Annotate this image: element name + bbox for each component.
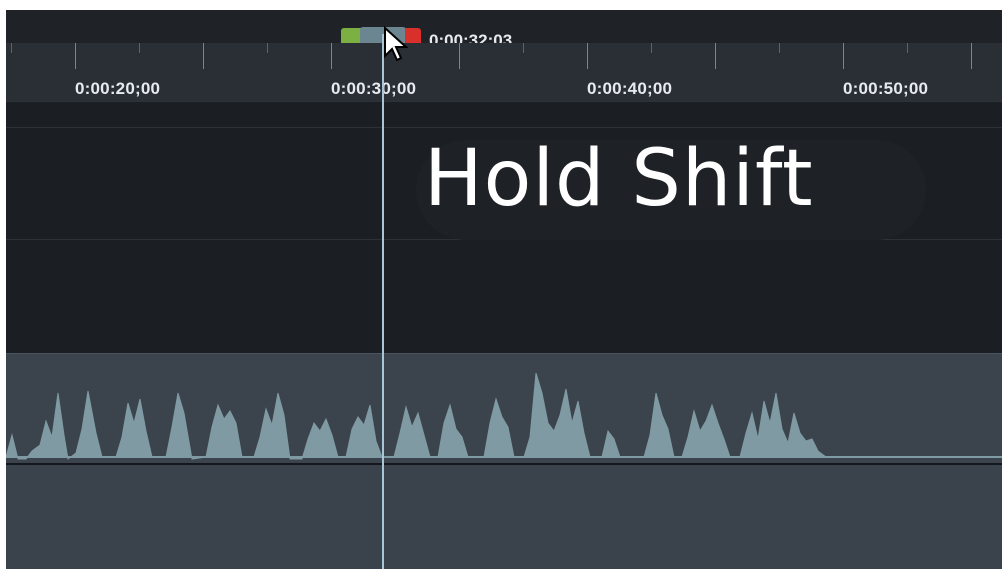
ruler-label-50s: 0:00:50;00 xyxy=(843,79,929,98)
mouse-cursor-icon xyxy=(384,26,409,62)
track-1[interactable] xyxy=(6,101,1002,128)
caption-text: Hold Shift xyxy=(424,134,814,224)
playhead-line[interactable] xyxy=(382,34,384,569)
top-edge xyxy=(6,0,1002,10)
ruler-label-30s: 0:00:30;00 xyxy=(331,79,417,98)
track-3[interactable] xyxy=(6,239,1002,354)
ruler-label-20s: 0:00:20;00 xyxy=(75,79,161,98)
audio-track-lower[interactable] xyxy=(6,463,1002,569)
audio-waveform xyxy=(6,372,1002,460)
playhead-bar[interactable]: 0:00:32;03 xyxy=(6,10,1002,51)
time-ruler[interactable]: 0:00:20;00 0:00:30;00 0:00:40;00 0:00:50… xyxy=(6,43,1002,101)
timeline-editor: 0:00:32;03 0:00:20;00 0:00:30;00 0:00:40… xyxy=(6,0,1002,569)
ruler-label-40s: 0:00:40;00 xyxy=(587,79,673,98)
